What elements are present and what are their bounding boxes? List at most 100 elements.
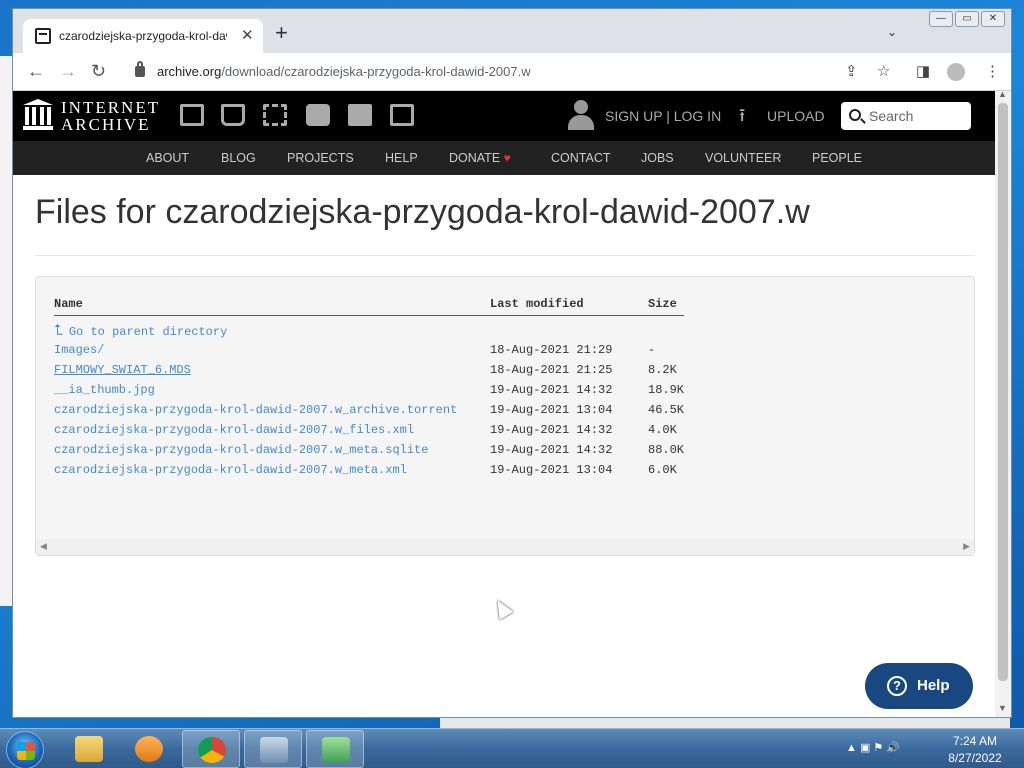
table-row: __ia_thumb.jpg 19-Aug-2021 14:32 18.9K [54, 380, 684, 400]
file-link[interactable]: __ia_thumb.jpg [54, 383, 155, 397]
user-icon[interactable] [567, 100, 595, 132]
close-tab-icon[interactable]: ✕ [241, 26, 254, 44]
back-arrow-icon[interactable]: ← [27, 61, 45, 81]
header-name: Name [54, 295, 490, 316]
new-tab-button[interactable]: + [275, 22, 288, 44]
header-last-modified: Last modified [490, 295, 648, 316]
scroll-down-icon[interactable]: ▼ [998, 703, 1007, 713]
file-link[interactable]: FILMOWY_SWIAT_6.MDS [54, 363, 191, 377]
url-host: archive.org [157, 64, 222, 79]
ia-wordmark[interactable]: INTERNET ARCHIVE [61, 99, 160, 133]
computer-icon [260, 737, 288, 763]
upload-arrow-icon[interactable]: ⭱ [739, 105, 745, 125]
taskbar-network-app[interactable] [244, 730, 302, 768]
package-icon [322, 737, 350, 763]
file-listing-table: Name Last modified Size ⮤ Go to parent di… [54, 295, 685, 480]
signup-login-link[interactable]: SIGN UP | LOG IN [605, 108, 721, 124]
scroll-up-icon[interactable]: ▲ [998, 91, 1007, 99]
video-icon[interactable] [263, 104, 287, 126]
tab-title: czarodziejska-przygoda-krol-dawid-2007.w [59, 29, 227, 43]
share-icon[interactable]: ⇪ [845, 62, 858, 80]
browser-toolbar: ← → ↻ archive.org/download/czarodziejska… [13, 53, 1011, 91]
search-input[interactable] [869, 107, 965, 125]
browser-tab[interactable]: czarodziejska-przygoda-krol-dawid-2007.w… [23, 19, 263, 53]
tab-strip: czarodziejska-przygoda-krol-dawid-2007.w… [13, 9, 1011, 53]
nav-about[interactable]: ABOUT [146, 151, 189, 165]
close-window-button[interactable]: ✕ [981, 11, 1005, 27]
ia-top-nav: INTERNET ARCHIVE SIGN UP | LOG IN ⭱ UPLO… [13, 91, 995, 141]
profile-avatar-icon[interactable] [947, 63, 965, 81]
search-icon[interactable] [849, 109, 861, 121]
scroll-right-icon[interactable]: ▶ [963, 541, 970, 552]
reload-icon[interactable]: ↻ [91, 61, 106, 81]
help-label: Help [917, 677, 950, 694]
taskbar-explorer[interactable] [60, 730, 118, 768]
file-link[interactable]: czarodziejska-przygoda-krol-dawid-2007.w… [54, 423, 414, 437]
file-size: 4.0K [648, 423, 677, 437]
windows-logo-icon [17, 742, 35, 760]
file-modified: 18-Aug-2021 21:25 [490, 363, 613, 377]
ia-logo-icon[interactable] [23, 99, 53, 131]
vertical-scrollbar[interactable]: ▲ ▼ [995, 91, 1011, 717]
audio-icon[interactable] [306, 104, 330, 126]
file-size: - [648, 343, 656, 357]
file-listing-panel: Name Last modified Size ⮤ Go to parent di… [35, 276, 975, 556]
tab-search-chevron-icon[interactable]: ⌄ [887, 25, 897, 39]
nav-donate[interactable]: DONATE ♥ [449, 151, 511, 165]
lock-icon[interactable] [135, 61, 145, 77]
question-icon: ? [887, 676, 907, 696]
table-row: czarodziejska-przygoda-krol-dawid-2007.w… [54, 440, 684, 460]
start-button[interactable] [6, 731, 44, 768]
parent-directory-link[interactable]: ⮤ Go to parent directory [54, 323, 228, 340]
clock-date[interactable]: 8/27/2022 [940, 751, 1010, 765]
taskbar-package-app[interactable] [306, 730, 364, 768]
table-row: Images/ 18-Aug-2021 21:29 - [54, 340, 684, 360]
images-icon[interactable] [390, 104, 414, 126]
ia-sub-nav: ABOUT BLOG PROJECTS HELP DONATE ♥ CONTAC… [13, 141, 995, 175]
file-size: 88.0K [648, 443, 685, 457]
scrollbar-thumb[interactable] [998, 103, 1008, 681]
taskbar-chrome[interactable] [182, 730, 240, 768]
horizontal-scrollbar[interactable]: ◀ ▶ [36, 539, 974, 555]
nav-donate-label: DONATE [449, 151, 501, 165]
help-button[interactable]: ? Help [865, 663, 973, 709]
system-tray-icons[interactable]: ▲ ▣ ⚑ 🔊 [846, 741, 900, 754]
file-size: 8.2K [648, 363, 677, 377]
scroll-left-icon[interactable]: ◀ [40, 541, 47, 552]
url-text[interactable]: archive.org/download/czarodziejska-przyg… [157, 64, 531, 79]
file-modified: 19-Aug-2021 14:32 [490, 423, 613, 437]
nav-help[interactable]: HELP [385, 151, 418, 165]
file-link[interactable]: czarodziejska-przygoda-krol-dawid-2007.w… [54, 443, 428, 457]
nav-blog[interactable]: BLOG [221, 151, 256, 165]
nav-people[interactable]: PEOPLE [812, 151, 862, 165]
software-icon[interactable] [348, 104, 372, 126]
parent-directory-label: Go to parent directory [68, 325, 228, 339]
file-link[interactable]: Images/ [54, 343, 104, 357]
table-row: FILMOWY_SWIAT_6.MDS 18-Aug-2021 21:25 8.… [54, 360, 684, 380]
file-link[interactable]: czarodziejska-przygoda-krol-dawid-2007.w… [54, 463, 407, 477]
minimize-button[interactable]: — [929, 11, 953, 27]
file-modified: 19-Aug-2021 13:04 [490, 403, 613, 417]
table-row: czarodziejska-przygoda-krol-dawid-2007.w… [54, 460, 684, 480]
nav-jobs[interactable]: JOBS [641, 151, 674, 165]
clock-time[interactable]: 7:24 AM [940, 734, 1010, 748]
ia-wordmark-line1: INTERNET [61, 98, 161, 117]
maximize-button[interactable]: ▭ [955, 11, 979, 27]
texts-icon[interactable] [221, 104, 245, 126]
heart-icon: ♥ [503, 151, 511, 165]
web-icon[interactable] [180, 104, 204, 126]
url-path: /download/czarodziejska-przygoda-krol-da… [221, 64, 531, 79]
up-arrow-icon: ⮤ [54, 323, 63, 340]
bookmark-star-icon[interactable]: ☆ [877, 62, 890, 80]
side-panel-icon[interactable]: ◨ [916, 62, 930, 80]
file-link[interactable]: czarodziejska-przygoda-krol-dawid-2007.w… [54, 403, 457, 417]
nav-projects[interactable]: PROJECTS [287, 151, 354, 165]
nav-volunteer[interactable]: VOLUNTEER [705, 151, 781, 165]
menu-kebab-icon[interactable]: ⋮ [985, 62, 1000, 80]
taskbar-media-player[interactable] [120, 730, 178, 768]
nav-contact[interactable]: CONTACT [551, 151, 611, 165]
ia-search-box[interactable] [841, 102, 971, 130]
media-player-icon [135, 736, 163, 762]
upload-link[interactable]: UPLOAD [767, 108, 825, 124]
forward-arrow-icon[interactable]: → [59, 61, 77, 81]
